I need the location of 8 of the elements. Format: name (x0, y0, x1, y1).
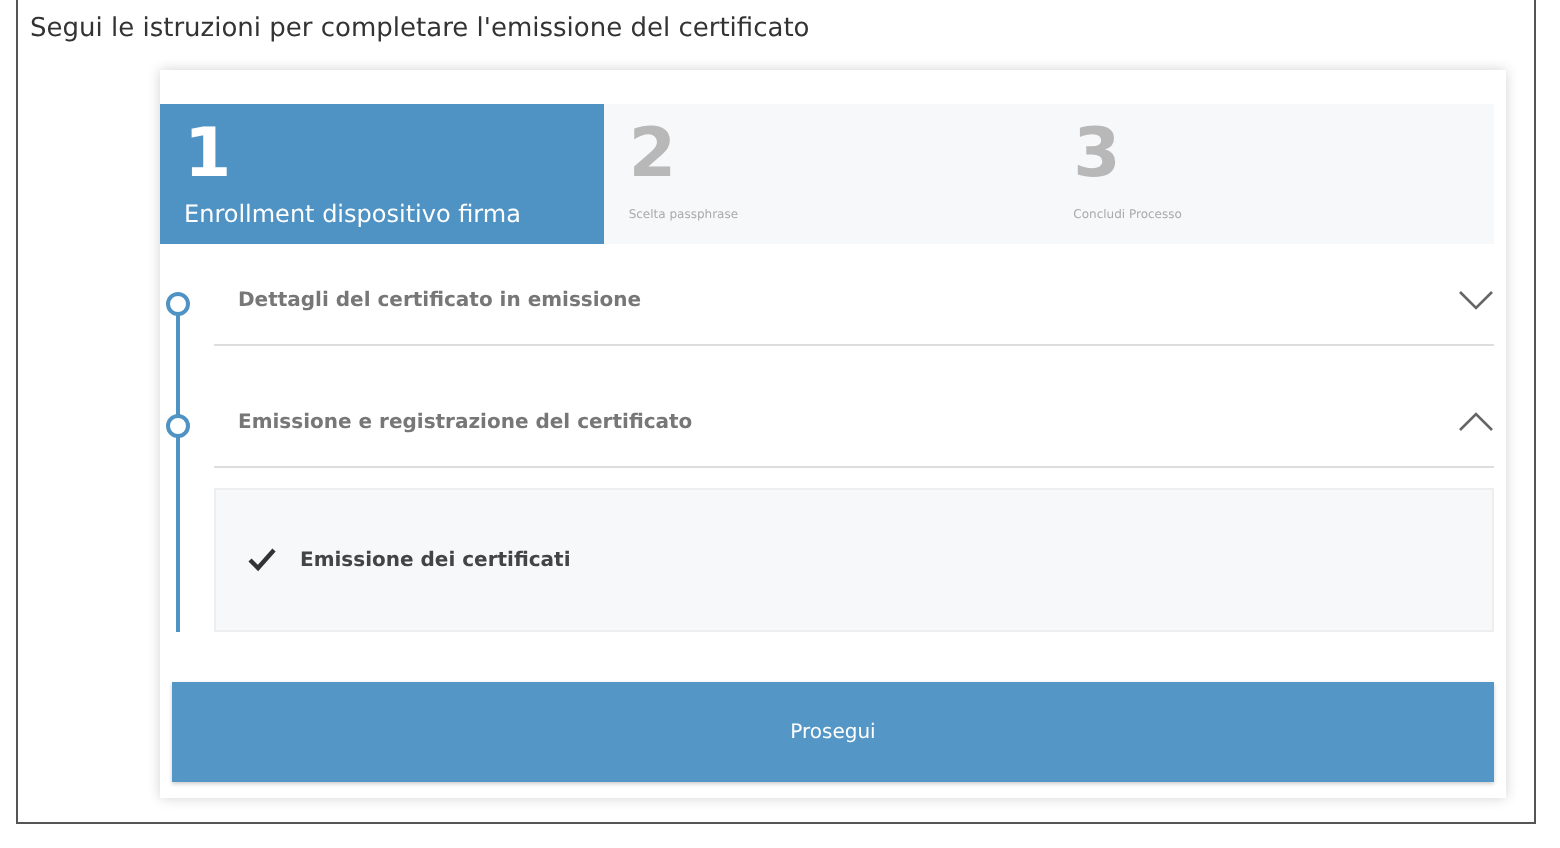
continue-button[interactable]: Prosegui (172, 682, 1494, 782)
chevron-up-icon (1458, 412, 1494, 432)
task-label: Emissione dei certificati (300, 549, 571, 571)
accordion-header[interactable]: Dettagli del certificato in emissione (214, 256, 1494, 346)
chevron-down-icon (1458, 290, 1494, 310)
instruction-text: Segui le istruzioni per completare l'emissione del certificato (28, 12, 812, 48)
accordion-header[interactable]: Emissione e registrazione del certificato (214, 378, 1494, 468)
step-tab[interactable]: 1 Enrollment dispositivo firma (160, 104, 605, 244)
